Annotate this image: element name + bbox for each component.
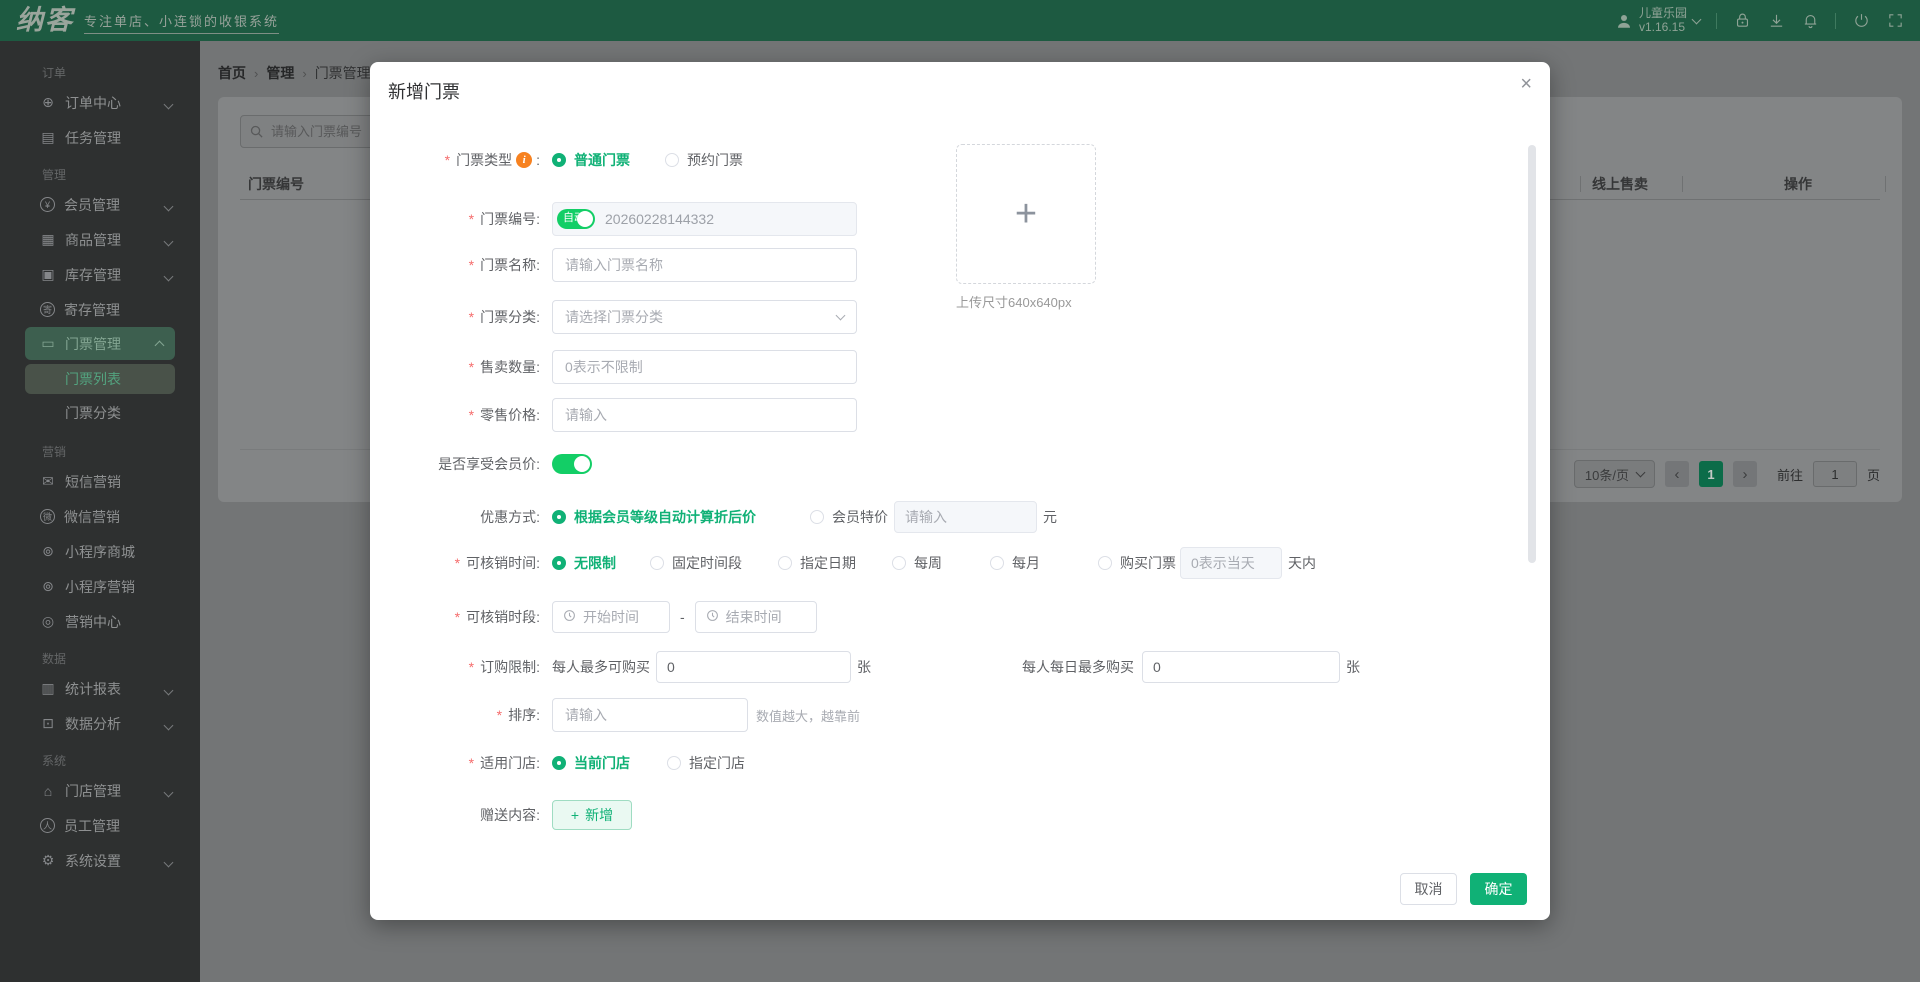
per-day-label: 每人每日最多购买 — [1022, 657, 1134, 677]
radio-member-special[interactable] — [810, 510, 824, 524]
discount-label: 优惠方式: — [480, 507, 540, 527]
retail-price-label: 零售价格: — [480, 405, 540, 425]
radio-normal-ticket-label[interactable]: 普通门票 — [574, 150, 630, 170]
ticket-no-input[interactable] — [552, 202, 857, 236]
row-member-price: 是否享受会员价: — [410, 447, 1520, 481]
sort-hint: 数值越大，越靠前 — [756, 706, 860, 725]
radio-auto-discount-label[interactable]: 根据会员等级自动计算折后价 — [574, 507, 756, 527]
radio-auto-discount[interactable] — [552, 510, 566, 524]
start-time-input[interactable]: 开始时间 — [552, 601, 670, 633]
radio-member-special-label[interactable]: 会员特价 — [832, 507, 888, 527]
required-mark: * — [445, 152, 450, 168]
member-special-input[interactable] — [894, 501, 1037, 533]
screen: 纳客 专注单店、小连锁的收银系统 儿童乐园 v1.16.15 — [0, 0, 1920, 982]
ticket-category-label: 门票分类: — [480, 307, 540, 327]
radio-fixed-period-label[interactable]: 固定时间段 — [672, 553, 742, 573]
radio-reserve-ticket-label[interactable]: 预约门票 — [687, 150, 743, 170]
days-input[interactable] — [1180, 547, 1282, 579]
add-gift-button[interactable]: + 新增 — [552, 800, 632, 830]
member-price-label: 是否享受会员价: — [438, 454, 540, 474]
radio-specified-date-label[interactable]: 指定日期 — [800, 553, 856, 573]
radio-after-purchase-label[interactable]: 购买门票 — [1120, 553, 1176, 573]
radio-after-purchase[interactable] — [1098, 556, 1112, 570]
radio-specified-store[interactable] — [667, 756, 681, 770]
radio-monthly-label[interactable]: 每月 — [1012, 553, 1040, 573]
clock-icon — [563, 609, 576, 625]
ticket-name-input[interactable] — [552, 248, 857, 282]
member-price-toggle[interactable] — [552, 454, 592, 474]
row-sale-qty: * 售卖数量: — [410, 350, 1520, 384]
radio-weekly[interactable] — [892, 556, 906, 570]
radio-current-store-label[interactable]: 当前门店 — [574, 753, 630, 773]
image-upload-box[interactable]: + — [956, 144, 1096, 284]
add-ticket-modal: 新增门票 × * 门票类型 i : 普通门票 预约门票 * 门票编号: — [370, 62, 1550, 920]
confirm-button[interactable]: 确定 — [1470, 873, 1527, 905]
days-unit: 天内 — [1288, 553, 1316, 573]
radio-unlimited[interactable] — [552, 556, 566, 570]
yuan-unit: 元 — [1043, 507, 1057, 527]
row-discount: 优惠方式: 根据会员等级自动计算折后价 会员特价 元 — [410, 500, 1520, 534]
end-time-input[interactable]: 结束时间 — [695, 601, 817, 633]
row-verify-time: * 可核销时间: 无限制 固定时间段 指定日期 每周 每月 购买门票 天内 — [410, 546, 1520, 580]
upload-size-hint: 上传尺寸640x640px — [956, 292, 1072, 311]
per-day-unit: 张 — [1346, 657, 1360, 677]
upload-plus-icon: + — [1015, 193, 1037, 236]
radio-normal-ticket[interactable] — [552, 153, 566, 167]
modal-title: 新增门票 — [388, 78, 460, 104]
close-icon[interactable]: × — [1520, 74, 1532, 94]
sort-input[interactable] — [552, 698, 748, 732]
radio-unlimited-label[interactable]: 无限制 — [574, 553, 616, 573]
verify-time-label: 可核销时间: — [466, 553, 540, 573]
sale-qty-label: 售卖数量: — [480, 357, 540, 377]
chevron-down-icon — [836, 311, 846, 321]
sort-label: 排序: — [508, 705, 540, 725]
ticket-type-label: 门票类型 — [456, 150, 512, 170]
retail-price-input[interactable] — [552, 398, 857, 432]
per-person-label: 每人最多可购买 — [552, 657, 650, 677]
modal-scrollbar[interactable] — [1528, 145, 1536, 563]
row-verify-period: * 可核销时段: 开始时间 - 结束时间 — [410, 600, 1520, 634]
purchase-limit-label: 订购限制: — [480, 657, 540, 677]
ticket-name-label: 门票名称: — [480, 255, 540, 275]
info-icon[interactable]: i — [516, 152, 532, 168]
radio-weekly-label[interactable]: 每周 — [914, 553, 942, 573]
verify-period-label: 可核销时段: — [466, 607, 540, 627]
radio-specified-store-label[interactable]: 指定门店 — [689, 753, 745, 773]
per-day-input[interactable] — [1142, 651, 1340, 683]
per-person-unit: 张 — [857, 657, 871, 677]
row-gift-content: 赠送内容: + 新增 — [410, 798, 1520, 832]
per-person-input[interactable] — [656, 651, 851, 683]
radio-fixed-period[interactable] — [650, 556, 664, 570]
row-applicable-store: * 适用门店: 当前门店 指定门店 — [410, 746, 1520, 780]
cancel-button[interactable]: 取消 — [1400, 873, 1457, 905]
auto-number-toggle[interactable]: 自动 — [557, 209, 595, 229]
ticket-no-label: 门票编号: — [480, 209, 540, 229]
ticket-category-select[interactable]: 请选择门票分类 — [552, 300, 857, 334]
row-purchase-limit: * 订购限制: 每人最多可购买 张 每人每日最多购买 张 — [410, 650, 1520, 684]
radio-monthly[interactable] — [990, 556, 1004, 570]
row-sort: * 排序: 数值越大，越靠前 — [410, 698, 1520, 732]
clock-icon — [706, 609, 719, 625]
radio-reserve-ticket[interactable] — [665, 153, 679, 167]
applicable-store-label: 适用门店: — [480, 753, 540, 773]
radio-specified-date[interactable] — [778, 556, 792, 570]
radio-current-store[interactable] — [552, 756, 566, 770]
range-separator: - — [680, 609, 685, 625]
sale-qty-input[interactable] — [552, 350, 857, 384]
plus-icon: + — [571, 807, 579, 823]
row-retail-price: * 零售价格: — [410, 398, 1520, 432]
gift-label: 赠送内容: — [480, 805, 540, 825]
